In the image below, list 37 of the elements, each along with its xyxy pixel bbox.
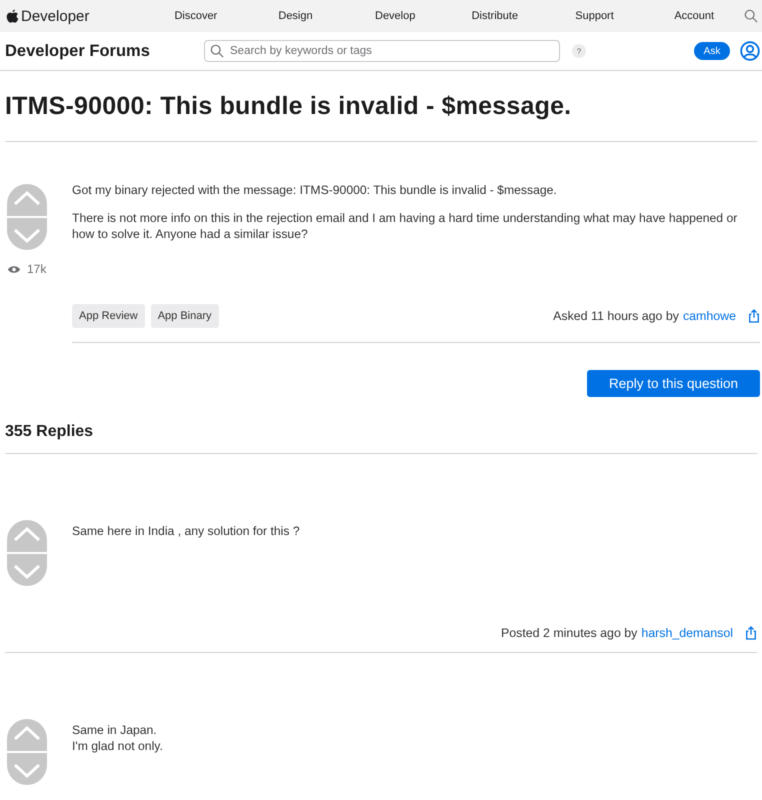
question-text: Got my binary rejected with the message: ITMS-90000: This bundle is invalid - $message. bbox=[72, 182, 558, 198]
view-count: 17k bbox=[27, 262, 46, 276]
reply-button[interactable]: Reply to this question bbox=[587, 370, 760, 397]
reply-text: Same in Japan. I'm glad not only. bbox=[72, 722, 164, 754]
upvote-button[interactable] bbox=[7, 520, 47, 552]
brand-name[interactable]: Developer bbox=[21, 8, 90, 24]
nav-link[interactable]: Develop bbox=[345, 10, 446, 22]
search-field[interactable]: Search by keywords or tags bbox=[204, 40, 560, 62]
upvote-button[interactable] bbox=[7, 719, 47, 751]
tag[interactable]: App Binary bbox=[150, 304, 219, 328]
author-link[interactable]: harsh_demansol bbox=[641, 626, 733, 640]
downvote-button[interactable] bbox=[7, 753, 47, 785]
nav-link[interactable]: Design bbox=[246, 10, 346, 22]
downvote-button[interactable] bbox=[7, 218, 47, 250]
forum-title[interactable]: Developer Forums bbox=[5, 42, 204, 60]
share-icon[interactable] bbox=[748, 309, 760, 323]
nav-link[interactable]: Distribute bbox=[445, 10, 545, 22]
replies-heading: 355 Replies bbox=[5, 423, 757, 454]
help-button[interactable]: ? bbox=[572, 44, 586, 58]
eye-icon bbox=[7, 264, 21, 274]
profile-icon[interactable] bbox=[740, 41, 760, 61]
question-title: ITMS-90000: This bundle is invalid - $message. bbox=[5, 71, 757, 142]
post-meta: Posted 2 minutes ago by bbox=[500, 626, 638, 640]
ask-button[interactable]: Ask bbox=[694, 42, 730, 60]
nav-link[interactable]: Discover bbox=[146, 10, 246, 22]
share-icon[interactable] bbox=[745, 626, 757, 640]
author-link[interactable]: camhowe bbox=[682, 309, 736, 323]
reply-text: Same here in India , any solution for this ? bbox=[72, 523, 301, 539]
downvote-button[interactable] bbox=[7, 554, 47, 586]
question-text: There is not more info on this in the rejection email and I am having a hard time understanding what may have happened or how to solve it. Anyone had a similar issue? bbox=[72, 210, 738, 242]
post-meta: Asked 11 hours ago by bbox=[553, 309, 679, 323]
upvote-button[interactable] bbox=[7, 184, 47, 216]
search-icon[interactable] bbox=[744, 9, 758, 23]
nav-link[interactable]: Support bbox=[544, 10, 644, 22]
nav-link[interactable]: Account bbox=[644, 10, 744, 22]
apple-logo-icon[interactable] bbox=[6, 8, 19, 24]
tag[interactable]: App Review bbox=[72, 304, 145, 328]
